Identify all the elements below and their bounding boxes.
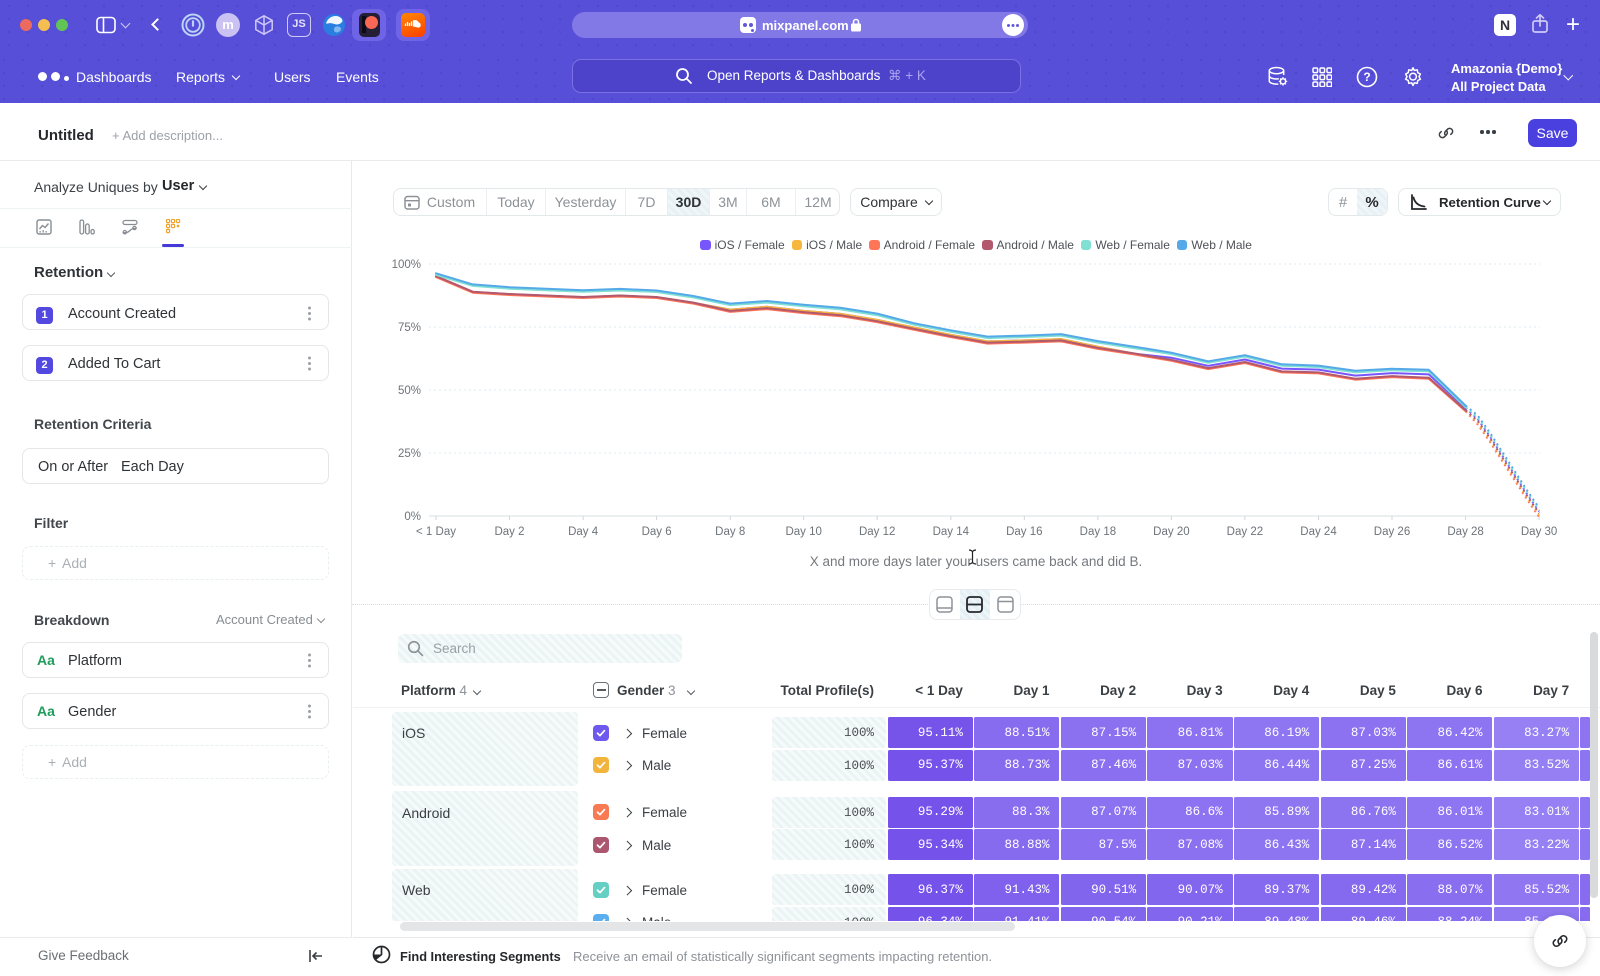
svg-text:75%: 75% bbox=[398, 322, 421, 334]
svg-text:?: ? bbox=[1363, 70, 1370, 84]
svg-text:Day 16: Day 16 bbox=[1006, 526, 1042, 538]
svg-text:Day 2: Day 2 bbox=[494, 526, 524, 538]
svg-text:Day 20: Day 20 bbox=[1153, 526, 1189, 538]
svg-text:50%: 50% bbox=[398, 385, 421, 397]
svg-text:Day 4: Day 4 bbox=[568, 526, 599, 538]
svg-text:Day 26: Day 26 bbox=[1374, 526, 1410, 538]
svg-text:25%: 25% bbox=[398, 448, 421, 460]
svg-text:Day 14: Day 14 bbox=[933, 526, 970, 538]
svg-text:100%: 100% bbox=[392, 259, 421, 271]
svg-text:Day 12: Day 12 bbox=[859, 526, 895, 538]
svg-text:Day 30: Day 30 bbox=[1521, 526, 1557, 538]
svg-text:Day 6: Day 6 bbox=[642, 526, 672, 538]
svg-text:Day 10: Day 10 bbox=[785, 526, 821, 538]
svg-text:Day 22: Day 22 bbox=[1227, 526, 1263, 538]
svg-text:Day 18: Day 18 bbox=[1080, 526, 1116, 538]
svg-text:< 1 Day: < 1 Day bbox=[416, 526, 456, 538]
svg-text:Day 24: Day 24 bbox=[1300, 526, 1337, 538]
svg-text:Day 28: Day 28 bbox=[1447, 526, 1483, 538]
svg-text:Day 8: Day 8 bbox=[715, 526, 745, 538]
svg-text:0%: 0% bbox=[404, 511, 421, 523]
